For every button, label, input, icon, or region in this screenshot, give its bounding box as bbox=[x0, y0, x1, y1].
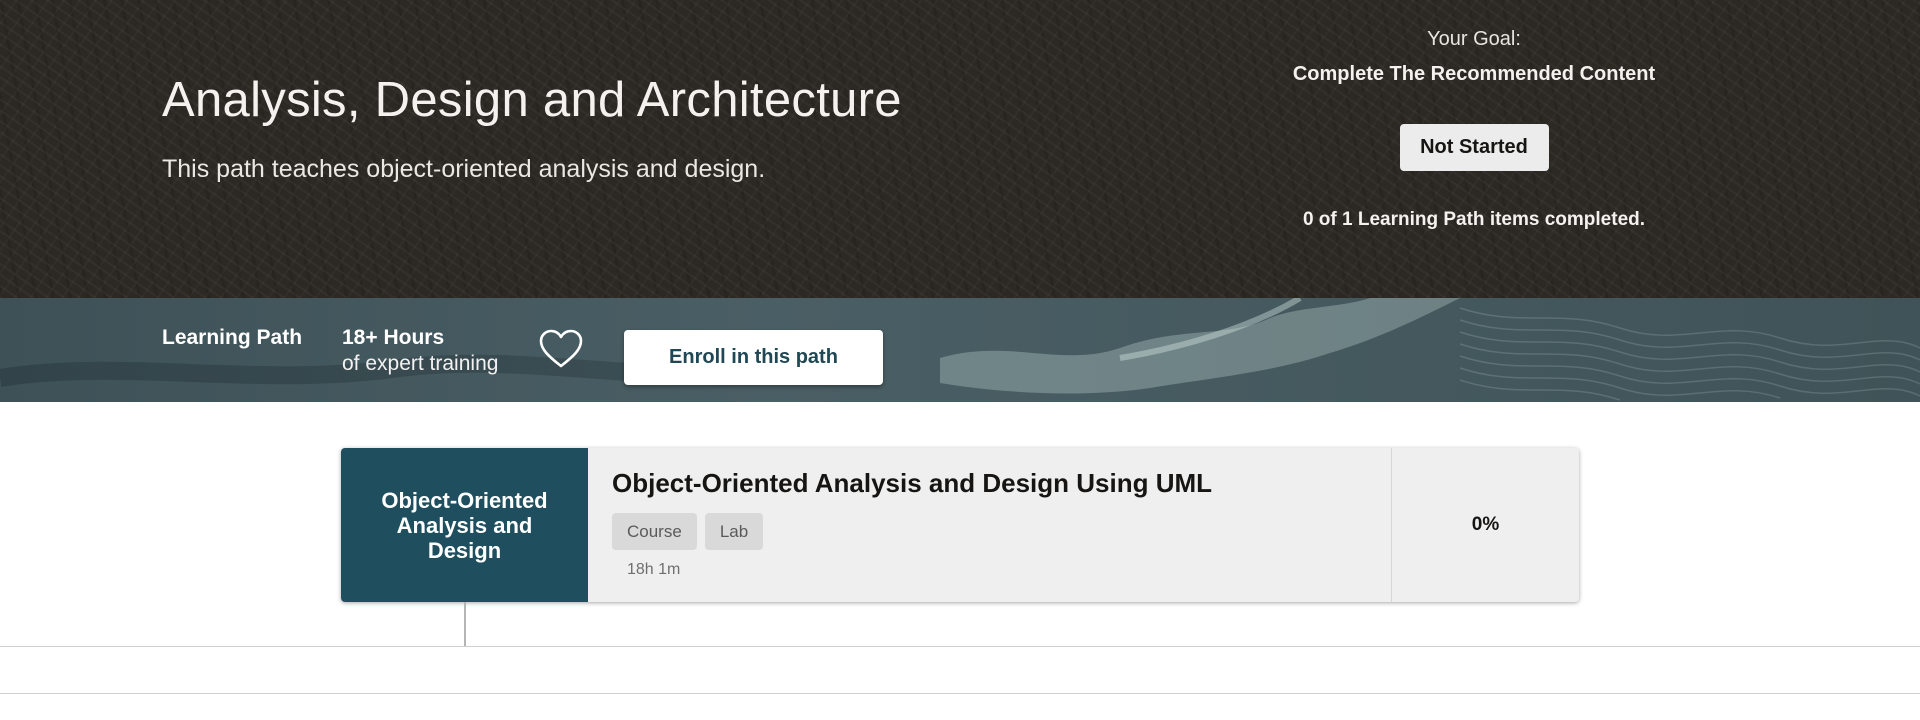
path-info-band: Learning Path 18+ Hours of expert traini… bbox=[0, 298, 1920, 402]
status-button[interactable]: Not Started bbox=[1399, 124, 1549, 171]
path-item-progress: 0% bbox=[1471, 514, 1500, 535]
goal-text: Complete The Recommended Content bbox=[1292, 63, 1656, 85]
progress-summary: 0 of 1 Learning Path items completed. bbox=[1302, 209, 1646, 230]
path-connector-line bbox=[464, 602, 466, 646]
tag-lab: Lab bbox=[704, 513, 764, 550]
tag-course: Course bbox=[612, 513, 697, 550]
divider-line bbox=[0, 693, 1920, 694]
path-hero: Analysis, Design and Architecture This p… bbox=[0, 0, 1920, 298]
path-item-card[interactable]: Object-Oriented Analysis and Design Obje… bbox=[341, 448, 1579, 602]
favorite-button[interactable] bbox=[538, 328, 584, 370]
goal-panel: Your Goal: Complete The Recommended Cont… bbox=[1274, 28, 1674, 231]
page-title: Analysis, Design and Architecture bbox=[162, 73, 902, 127]
divider-line bbox=[0, 646, 1920, 647]
path-hours-caption: of expert training bbox=[342, 352, 499, 375]
goal-label: Your Goal: bbox=[1427, 28, 1521, 50]
path-hours: 18+ Hours bbox=[342, 326, 445, 349]
path-item-tags: Course Lab bbox=[612, 513, 764, 550]
path-type-label: Learning Path bbox=[162, 326, 303, 349]
enroll-button[interactable]: Enroll in this path bbox=[624, 330, 883, 385]
path-item-title[interactable]: Object-Oriented Analysis and Design Usin… bbox=[612, 468, 1212, 499]
path-item-tile: Object-Oriented Analysis and Design bbox=[341, 448, 588, 602]
band-background-pattern bbox=[0, 298, 1920, 401]
heart-outline-icon bbox=[539, 329, 583, 368]
page-subtitle: This path teaches object-oriented analys… bbox=[162, 155, 766, 183]
path-item-duration: 18h 1m bbox=[627, 561, 681, 578]
